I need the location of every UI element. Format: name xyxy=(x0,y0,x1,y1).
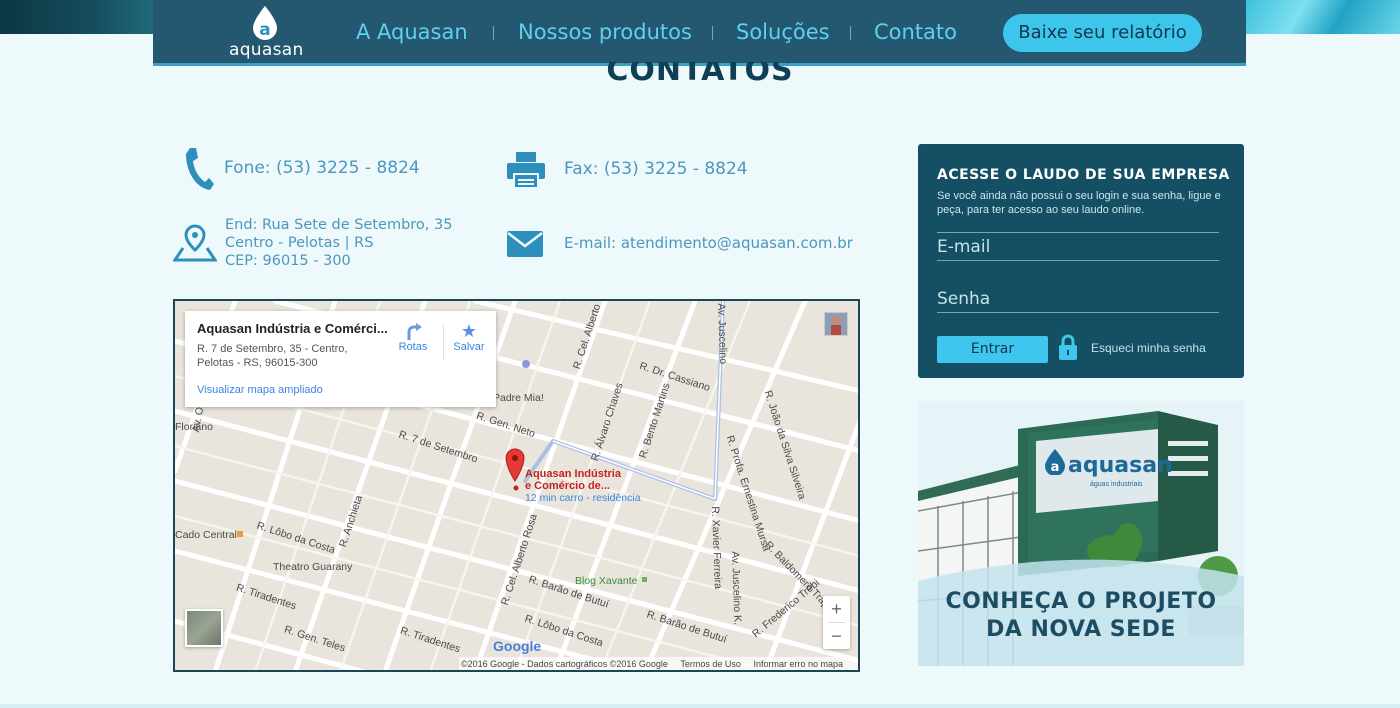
login-subtitle: Se você ainda não possui o seu login e s… xyxy=(937,190,1221,216)
email-text[interactable]: E-mail: atendimento@aquasan.com.br xyxy=(564,234,853,252)
promo-line1: CONHEÇA O PROJETO xyxy=(945,589,1217,614)
fax-text: Fax: (53) 3225 - 8824 xyxy=(564,159,748,179)
promo-line2: DA NOVA SEDE xyxy=(986,617,1176,642)
address-line2: Centro - Pelotas | RS xyxy=(225,235,374,251)
address-line1: End: Rua Sete de Setembro, 35 xyxy=(225,217,453,233)
map-location-icon xyxy=(173,224,217,262)
svg-text:a: a xyxy=(259,20,270,40)
building-logo-tagline: águas industriais xyxy=(1090,481,1143,488)
svg-text:a: a xyxy=(1051,460,1060,475)
email-envelope-icon xyxy=(507,231,543,257)
page-title-text: CONTATOS xyxy=(606,62,794,88)
nav-separator xyxy=(493,26,494,40)
login-title: ACESSE O LAUDO DE SUA EMPRESA xyxy=(937,167,1230,183)
map-info-card: Aquasan Indústria e Comérci... R. 7 de S… xyxy=(185,311,496,407)
login-submit-button[interactable]: Entrar xyxy=(937,336,1048,363)
nav-separator xyxy=(712,26,713,40)
zoom-control: + − xyxy=(823,596,850,649)
map-card-address-line1: R. 7 de Setembro, 35 - Centro, xyxy=(197,343,348,355)
promo-headline: CONHEÇA O PROJETO DA NOVA SEDE xyxy=(918,588,1244,644)
pin-label-line1: Aquasan Indústria xyxy=(525,468,621,480)
email-field[interactable] xyxy=(937,233,1219,261)
map-data-credit: ©2016 Google - Dados cartográficos ©2016… xyxy=(461,659,668,669)
footer-edge xyxy=(0,704,1400,708)
view-larger-map-link[interactable]: Visualizar mapa ampliado xyxy=(197,384,323,396)
phone-icon xyxy=(186,148,214,190)
google-logo: Google xyxy=(493,638,542,654)
zoom-out-button[interactable]: − xyxy=(823,623,850,649)
street-label: Av. Juscelino K. xyxy=(729,551,744,626)
pin-label-line2: e Comércio de... xyxy=(525,480,610,492)
directions-label: Rotas xyxy=(398,341,428,353)
download-report-button[interactable]: Baixe seu relatório xyxy=(1003,14,1202,52)
map-attribution: ©2016 Google - Dados cartográficos ©2016… xyxy=(459,657,858,670)
nav-separator xyxy=(850,26,851,40)
poi-label: Padre Mia! xyxy=(493,392,544,404)
nav-link-contato[interactable]: Contato xyxy=(874,20,957,44)
save-label: Salvar xyxy=(453,341,485,353)
satellite-view-toggle[interactable] xyxy=(185,609,223,647)
address-line3: CEP: 96015 - 300 xyxy=(225,253,351,269)
report-error-link[interactable]: Informar erro no mapa xyxy=(753,659,843,669)
water-drop-logo-icon: a xyxy=(1045,449,1065,475)
nav-link-a-aquasan[interactable]: A Aquasan xyxy=(356,20,468,44)
nav-link-solucoes[interactable]: Soluções xyxy=(736,20,830,44)
directions-button[interactable]: Rotas xyxy=(391,321,435,353)
report-login-panel: ACESSE O LAUDO DE SUA EMPRESA Se você ai… xyxy=(918,144,1244,378)
logo-text: aquasan xyxy=(229,40,304,60)
password-field[interactable] xyxy=(937,285,1219,313)
main-navbar: a aquasan A Aquasan Nossos produtos Solu… xyxy=(153,0,1246,66)
new-headquarters-banner[interactable]: a aquasan águas industriais CONHEÇA O PR… xyxy=(918,401,1244,666)
header-water-image xyxy=(1246,0,1400,34)
street-label: Av. Juscelino xyxy=(715,303,730,365)
street-label: Floriano xyxy=(175,421,213,433)
map-card-address-line2: Pelotas - RS, 96015-300 xyxy=(197,357,318,369)
building-logo-text: aquasan xyxy=(1068,453,1173,478)
directions-icon xyxy=(407,323,422,340)
street-view-pegman-icon[interactable] xyxy=(824,312,848,336)
save-place-button[interactable]: ★ Salvar xyxy=(447,321,491,353)
nav-link-nossos-produtos[interactable]: Nossos produtos xyxy=(518,20,692,44)
page-title: CONTATOS xyxy=(600,62,800,92)
poi-label: Theatro Guarany xyxy=(273,561,353,573)
header-background-image xyxy=(0,0,153,34)
star-icon: ★ xyxy=(460,321,478,341)
card-divider xyxy=(443,325,444,359)
forgot-password-link[interactable]: Esqueci minha senha xyxy=(1091,341,1206,355)
poi-label: Cado Central xyxy=(175,529,237,541)
lock-icon xyxy=(1059,334,1077,360)
pin-label[interactable]: Aquasan Indústria e Comércio de... xyxy=(525,468,621,492)
zoom-in-button[interactable]: + xyxy=(823,596,850,622)
aquasan-logo[interactable]: a aquasan xyxy=(229,6,304,60)
water-drop-logo-icon: a xyxy=(253,6,277,40)
map-card-address: R. 7 de Setembro, 35 - Centro, Pelotas -… xyxy=(197,342,367,370)
google-map[interactable]: R. Cel. Alberto R. Dr. Cassiano R. Gen. … xyxy=(173,299,860,672)
poi-label: Blog Xavante xyxy=(575,575,638,587)
terms-link[interactable]: Termos de Uso xyxy=(680,659,741,669)
fax-printer-icon xyxy=(507,152,545,188)
phone-text[interactable]: Fone: (53) 3225 - 8824 xyxy=(224,158,420,178)
pin-sublabel[interactable]: 12 min carro - residência xyxy=(525,492,641,504)
map-card-title: Aquasan Indústria e Comérci... xyxy=(197,321,388,336)
